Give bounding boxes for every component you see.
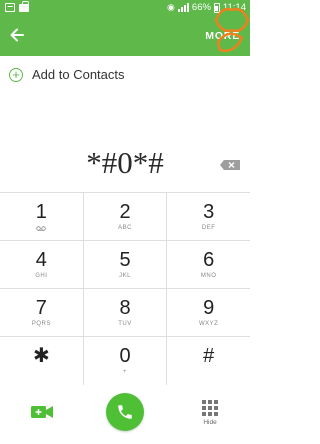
key-9[interactable]: 9 WXYZ xyxy=(167,289,250,336)
dialpad-row: 4 GHI 5 JKL 6 MNO xyxy=(0,241,250,289)
battery-icon xyxy=(213,2,220,13)
key-5[interactable]: 5 JKL xyxy=(84,241,168,288)
key-1[interactable]: 1 xyxy=(0,193,84,240)
dialpad: 1 2 ABC 3 DEF 4 GHI 5 JKL 6 MNO 7 PQRS 8… xyxy=(0,192,250,385)
gallery-notification-icon xyxy=(5,3,15,12)
key-letters: JKL xyxy=(119,273,131,279)
key-digit: 2 xyxy=(119,201,131,223)
key-letters: PQRS xyxy=(31,321,51,327)
status-bar: ◉ 66% 11:14 xyxy=(0,0,250,16)
video-camera-icon[interactable] xyxy=(31,405,53,419)
key-letters: MNO xyxy=(200,273,217,279)
signal-icon xyxy=(177,3,189,12)
dialpad-row: ✱ 0 + # xyxy=(0,337,250,385)
key-letters: WXYZ xyxy=(199,321,219,327)
key-6[interactable]: 6 MNO xyxy=(167,241,250,288)
key-digit: 1 xyxy=(35,201,47,223)
add-to-contacts-button[interactable]: + Add to Contacts xyxy=(9,67,125,82)
key-digit: 6 xyxy=(203,249,215,271)
hide-keypad-button[interactable]: Hide xyxy=(196,400,224,426)
key-8[interactable]: 8 TUV xyxy=(84,289,168,336)
key-4[interactable]: 4 GHI xyxy=(0,241,84,288)
more-button[interactable]: MORE xyxy=(205,30,240,42)
key-digit: 9 xyxy=(203,297,215,319)
key-digit: 5 xyxy=(119,249,131,271)
key-digit: ✱ xyxy=(32,345,50,367)
call-button[interactable] xyxy=(106,393,144,431)
key-3[interactable]: 3 DEF xyxy=(167,193,250,240)
wifi-icon: ◉ xyxy=(167,2,175,12)
hide-label: Hide xyxy=(203,419,217,426)
dialer-bottom-bar: Hide xyxy=(0,384,250,444)
key-letters: ABC xyxy=(118,225,132,231)
dialpad-row: 7 PQRS 8 TUV 9 WXYZ xyxy=(0,289,250,337)
key-digit: # xyxy=(203,345,215,367)
key-2[interactable]: 2 ABC xyxy=(84,193,168,240)
backspace-icon[interactable] xyxy=(220,160,240,170)
clock: 11:14 xyxy=(222,2,246,13)
arrow-left-icon[interactable] xyxy=(9,26,25,44)
dialed-number[interactable]: *#0*# xyxy=(0,142,250,184)
action-bar: MORE xyxy=(0,7,250,56)
key-letters: TUV xyxy=(118,321,132,327)
key-letters: + xyxy=(123,369,128,375)
key-digit: 4 xyxy=(35,249,47,271)
key-star[interactable]: ✱ xyxy=(0,337,84,385)
key-digit: 8 xyxy=(119,297,131,319)
phone-icon xyxy=(118,405,132,419)
key-digit: 0 xyxy=(119,345,131,367)
phone-dialer-screen: ◉ 66% 11:14 MORE + Add to Contacts *#0*#… xyxy=(0,0,250,444)
store-notification-icon xyxy=(19,1,29,12)
key-0[interactable]: 0 + xyxy=(84,337,168,385)
key-digit: 3 xyxy=(203,201,215,223)
battery-percent: 66% xyxy=(191,2,211,13)
key-letters: GHI xyxy=(35,273,48,279)
key-digit: 7 xyxy=(35,297,47,319)
add-to-contacts-label: Add to Contacts xyxy=(32,67,125,82)
dialpad-icon xyxy=(196,400,224,416)
key-hash[interactable]: # xyxy=(167,337,250,385)
key-7[interactable]: 7 PQRS xyxy=(0,289,84,336)
voicemail-icon xyxy=(36,226,47,231)
key-letters: DEF xyxy=(201,225,216,231)
dialpad-row: 1 2 ABC 3 DEF xyxy=(0,193,250,241)
plus-icon: + xyxy=(9,67,23,82)
